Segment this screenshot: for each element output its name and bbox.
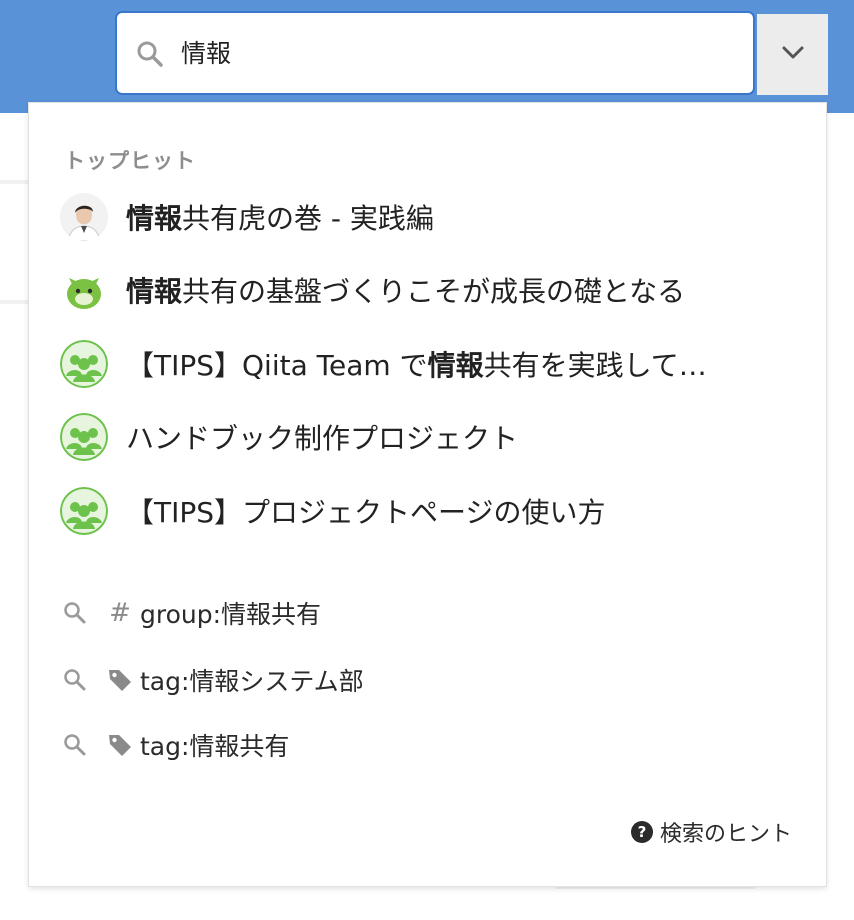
top-hit-item[interactable]: ハンドブック制作プロジェクト (60, 409, 810, 465)
suggestion-text: tag:情報共有 (140, 732, 290, 761)
question-circle-icon: ? (630, 821, 653, 843)
suggestion-text: group:情報共有 (140, 600, 322, 629)
top-hit-title: 情報共有の基盤づくりこそが成長の礎となる (126, 275, 686, 308)
search-input[interactable] (181, 27, 741, 77)
search-options-toggle[interactable] (757, 14, 828, 95)
background-page-fragment (0, 300, 28, 304)
background-page-fragment (555, 886, 755, 889)
search-box[interactable] (115, 11, 755, 95)
tag-icon (106, 666, 134, 694)
search-suggestion-item[interactable]: tag:情報システム部 (62, 658, 364, 702)
search-suggestions-dropdown: トップヒット 情報共有虎の巻 - 実践編 情報共有の基盤づくりこそが成長の礎とな… (29, 103, 826, 886)
top-hit-title: ハンドブック制作プロジェクト (126, 422, 519, 455)
search-hints-link[interactable]: ? 検索のヒント (630, 816, 792, 848)
top-hit-title: 【TIPS】プロジェクトページの使い方 (126, 496, 606, 529)
mascot-avatar (60, 266, 108, 314)
search-icon (135, 39, 165, 69)
search-hints-label: 検索のヒント (659, 822, 792, 847)
tag-icon (106, 731, 134, 759)
top-hit-title: 【TIPS】Qiita Team で情報共有を実践して… (126, 349, 707, 382)
top-hit-item[interactable]: 【TIPS】Qiita Team で情報共有を実践して… (60, 336, 810, 392)
search-icon (62, 600, 88, 626)
hash-icon: # (109, 598, 131, 628)
search-icon (62, 667, 88, 693)
top-hits-heading: トップヒット (64, 149, 196, 173)
team-group-icon (60, 487, 108, 535)
team-group-icon (60, 340, 108, 388)
user-avatar (60, 193, 108, 241)
chevron-down-icon (781, 45, 805, 65)
search-icon (62, 732, 88, 758)
top-hit-item[interactable]: 【TIPS】プロジェクトページの使い方 (60, 483, 810, 539)
suggestion-text: tag:情報システム部 (140, 667, 364, 696)
top-hit-item[interactable]: 情報共有の基盤づくりこそが成長の礎となる (60, 262, 810, 318)
top-hit-item[interactable]: 情報共有虎の巻 - 実践編 (60, 189, 810, 245)
top-hit-title: 情報共有虎の巻 - 実践編 (126, 202, 434, 235)
team-group-icon (60, 413, 108, 461)
background-page-fragment (0, 180, 28, 184)
search-suggestion-item[interactable]: # group:情報共有 (62, 591, 321, 635)
search-suggestion-item[interactable]: tag:情報共有 (62, 723, 289, 767)
